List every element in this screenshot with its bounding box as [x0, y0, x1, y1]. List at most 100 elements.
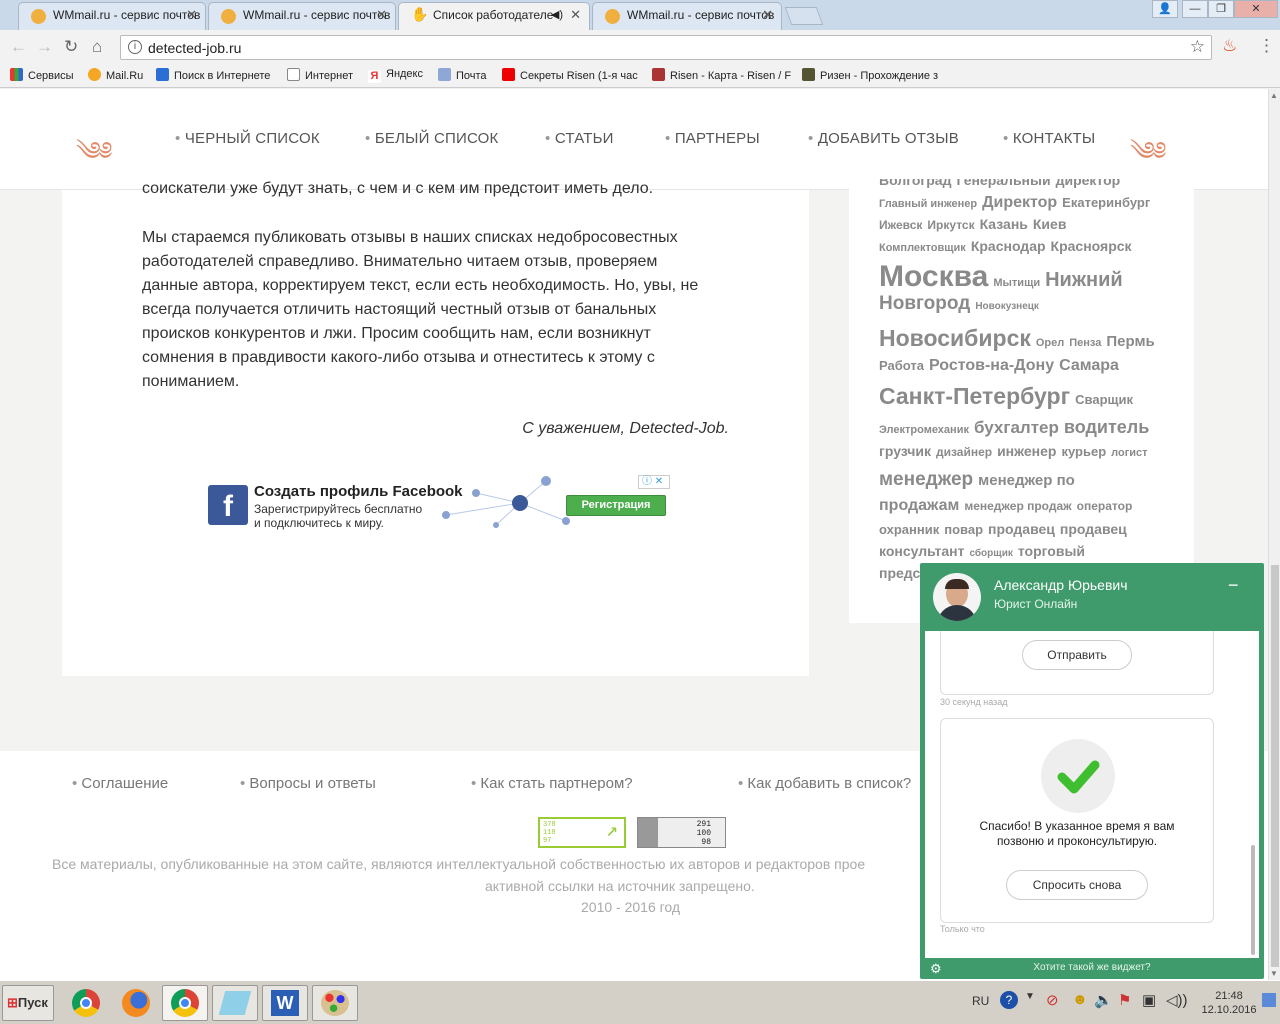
audio-icon[interactable]: ◀): [551, 8, 563, 21]
tag-link[interactable]: Красноярск: [1051, 238, 1132, 254]
tag-link[interactable]: менеджер продаж: [964, 499, 1071, 513]
close-tab-icon[interactable]: ✕: [570, 7, 581, 23]
tag-link[interactable]: охранник: [879, 522, 939, 537]
paint-task[interactable]: [312, 985, 358, 1021]
tag-link[interactable]: Ростов-на-Дону: [929, 357, 1054, 374]
close-tab-icon[interactable]: ✕: [186, 7, 197, 23]
tag-link[interactable]: Работа: [879, 358, 924, 373]
chat-minimize-button[interactable]: −: [1228, 575, 1239, 596]
menu-icon[interactable]: ⋮: [1258, 36, 1275, 56]
tag-link[interactable]: предс: [879, 565, 920, 581]
firefox-taskbar-icon[interactable]: [114, 985, 158, 1021]
chrome-active-task[interactable]: [162, 985, 208, 1021]
close-tab-icon[interactable]: ✕: [376, 7, 387, 23]
footer-link-faq[interactable]: Вопросы и ответы: [240, 775, 375, 792]
url-text[interactable]: detected-job.ru: [148, 40, 241, 56]
tag-link[interactable]: логист: [1111, 447, 1147, 459]
footer-link-become-partner[interactable]: Как стать партнером?: [471, 775, 632, 792]
nav-blacklist[interactable]: ЧЕРНЫЙ СПИСОК: [175, 130, 320, 147]
bookmark-mail[interactable]: Почта: [438, 68, 487, 82]
tag-link[interactable]: сборщик: [969, 548, 1012, 559]
profile-icon[interactable]: 👤: [1152, 0, 1178, 18]
tag-link[interactable]: Электромеханик: [879, 424, 969, 436]
tag-link[interactable]: Сварщик: [1075, 392, 1133, 407]
tab-wmmail-2[interactable]: WMmail.ru - сервис почтов ✕: [208, 2, 396, 30]
tag-link[interactable]: Директор: [982, 194, 1057, 211]
volume-icon[interactable]: 🔈: [1094, 991, 1113, 1009]
tray-expand-icon[interactable]: ▼: [1025, 991, 1035, 1002]
tag-link[interactable]: Иркутск: [927, 218, 974, 232]
language-indicator[interactable]: RU: [972, 994, 989, 1008]
nav-contacts[interactable]: КОНТАКТЫ: [1003, 130, 1095, 147]
tab-wmmail-1[interactable]: WMmail.ru - сервис почтов ✕: [18, 2, 206, 30]
bookmark-internet[interactable]: Интернет: [287, 68, 353, 82]
word-task[interactable]: W: [262, 985, 308, 1021]
forward-arrow-icon[interactable]: →: [36, 37, 53, 57]
facebook-ad[interactable]: f Создать профиль Facebook Зарегистрируй…: [208, 473, 670, 533]
tab-employer-list[interactable]: ✋ Список работодателе ◀) ✕: [398, 2, 590, 30]
close-window-button[interactable]: ✕: [1234, 0, 1278, 18]
footer-link-how-to-add[interactable]: Как добавить в список?: [738, 775, 911, 792]
new-tab-button[interactable]: [784, 7, 824, 25]
tag-link[interactable]: Казань: [980, 216, 1028, 232]
tag-link[interactable]: Новгород: [879, 293, 970, 314]
bookmark-star-icon[interactable]: ☆: [1190, 37, 1205, 57]
bookmark-mailru[interactable]: Mail.Ru: [88, 68, 143, 82]
send-button[interactable]: Отправить: [1022, 640, 1132, 670]
scrollbar-thumb[interactable]: [1271, 565, 1279, 967]
tag-link[interactable]: менеджер: [879, 469, 973, 490]
liveinternet-counter[interactable]: 378 118 97 ↗: [538, 817, 626, 848]
tag-link[interactable]: продажам: [879, 497, 959, 514]
tag-link[interactable]: Москва: [879, 260, 988, 293]
tag-link[interactable]: инженер: [997, 443, 1056, 459]
bookmark-risen-map[interactable]: Risen - Карта - Risen / F: [652, 68, 791, 82]
tag-link[interactable]: продавец: [1060, 521, 1127, 537]
help-icon[interactable]: ?: [1000, 991, 1018, 1009]
extension-flame-icon[interactable]: ♨: [1222, 36, 1237, 56]
tag-link[interactable]: Краснодар: [971, 238, 1046, 254]
tag-link[interactable]: Пермь: [1106, 333, 1154, 350]
network-icon[interactable]: ▣: [1142, 991, 1156, 1009]
tab-wmmail-3[interactable]: WMmail.ru - сервис почтов ✕: [592, 2, 782, 30]
tag-link[interactable]: дизайнер: [936, 445, 992, 459]
tag-link[interactable]: продавец: [988, 521, 1055, 537]
bookmark-apps[interactable]: Сервисы: [10, 68, 74, 82]
tag-link[interactable]: курьер: [1061, 444, 1106, 459]
nav-articles[interactable]: СТАТЬИ: [545, 130, 614, 147]
tag-link[interactable]: Новосибирск: [879, 325, 1031, 351]
tag-link[interactable]: Самара: [1059, 357, 1119, 374]
tag-link[interactable]: Генеральный: [956, 179, 1050, 188]
tag-link[interactable]: оператор: [1077, 499, 1133, 513]
tray-app-icon[interactable]: ☻: [1072, 991, 1088, 1008]
show-desktop-icon[interactable]: [1262, 993, 1276, 1007]
tag-link[interactable]: Орел: [1036, 337, 1064, 349]
adchoices-icon[interactable]: ⓘ ✕: [638, 475, 670, 489]
restore-window-button[interactable]: ❐: [1208, 0, 1234, 18]
page-scrollbar[interactable]: ▲ ▼: [1268, 89, 1280, 980]
tag-link[interactable]: грузчик: [879, 443, 931, 459]
nav-partners[interactable]: ПАРТНЕРЫ: [665, 130, 760, 147]
tag-link[interactable]: Нижний: [1045, 269, 1123, 291]
ask-again-button[interactable]: Спросить снова: [1006, 870, 1148, 900]
tag-link[interactable]: директор: [1056, 179, 1121, 188]
clock[interactable]: 21:48 12.10.2016: [1200, 989, 1258, 1017]
tag-link[interactable]: Мытищи: [993, 277, 1040, 289]
reload-icon[interactable]: ↻: [64, 37, 78, 57]
ad-register-button[interactable]: Регистрация: [566, 495, 666, 516]
tag-link[interactable]: Киев: [1033, 216, 1067, 232]
tag-link[interactable]: Пенза: [1069, 337, 1101, 349]
rambler-counter[interactable]: 291 100 98: [637, 817, 726, 848]
bookmark-search[interactable]: Поиск в Интернете: [156, 68, 270, 82]
tag-link[interactable]: Екатеринбург: [1062, 195, 1150, 210]
scroll-down-icon[interactable]: ▼: [1270, 969, 1278, 978]
tag-link[interactable]: торговый: [1018, 543, 1085, 559]
antivirus-icon[interactable]: ⊘: [1046, 991, 1059, 1009]
tag-link[interactable]: Главный инженер: [879, 198, 977, 210]
chrome-taskbar-icon[interactable]: [64, 985, 108, 1021]
tag-link[interactable]: Ижевск: [879, 218, 922, 232]
bookmark-risen-secrets[interactable]: Секреты Risen (1-я час: [502, 68, 638, 82]
bookmark-yandex[interactable]: Я Яндекс: [368, 68, 423, 83]
footer-link-agreement[interactable]: Соглашение: [72, 775, 168, 792]
network-warning-icon[interactable]: ⚑: [1118, 991, 1131, 1009]
address-bar[interactable]: i detected-job.ru ☆: [120, 35, 1212, 60]
